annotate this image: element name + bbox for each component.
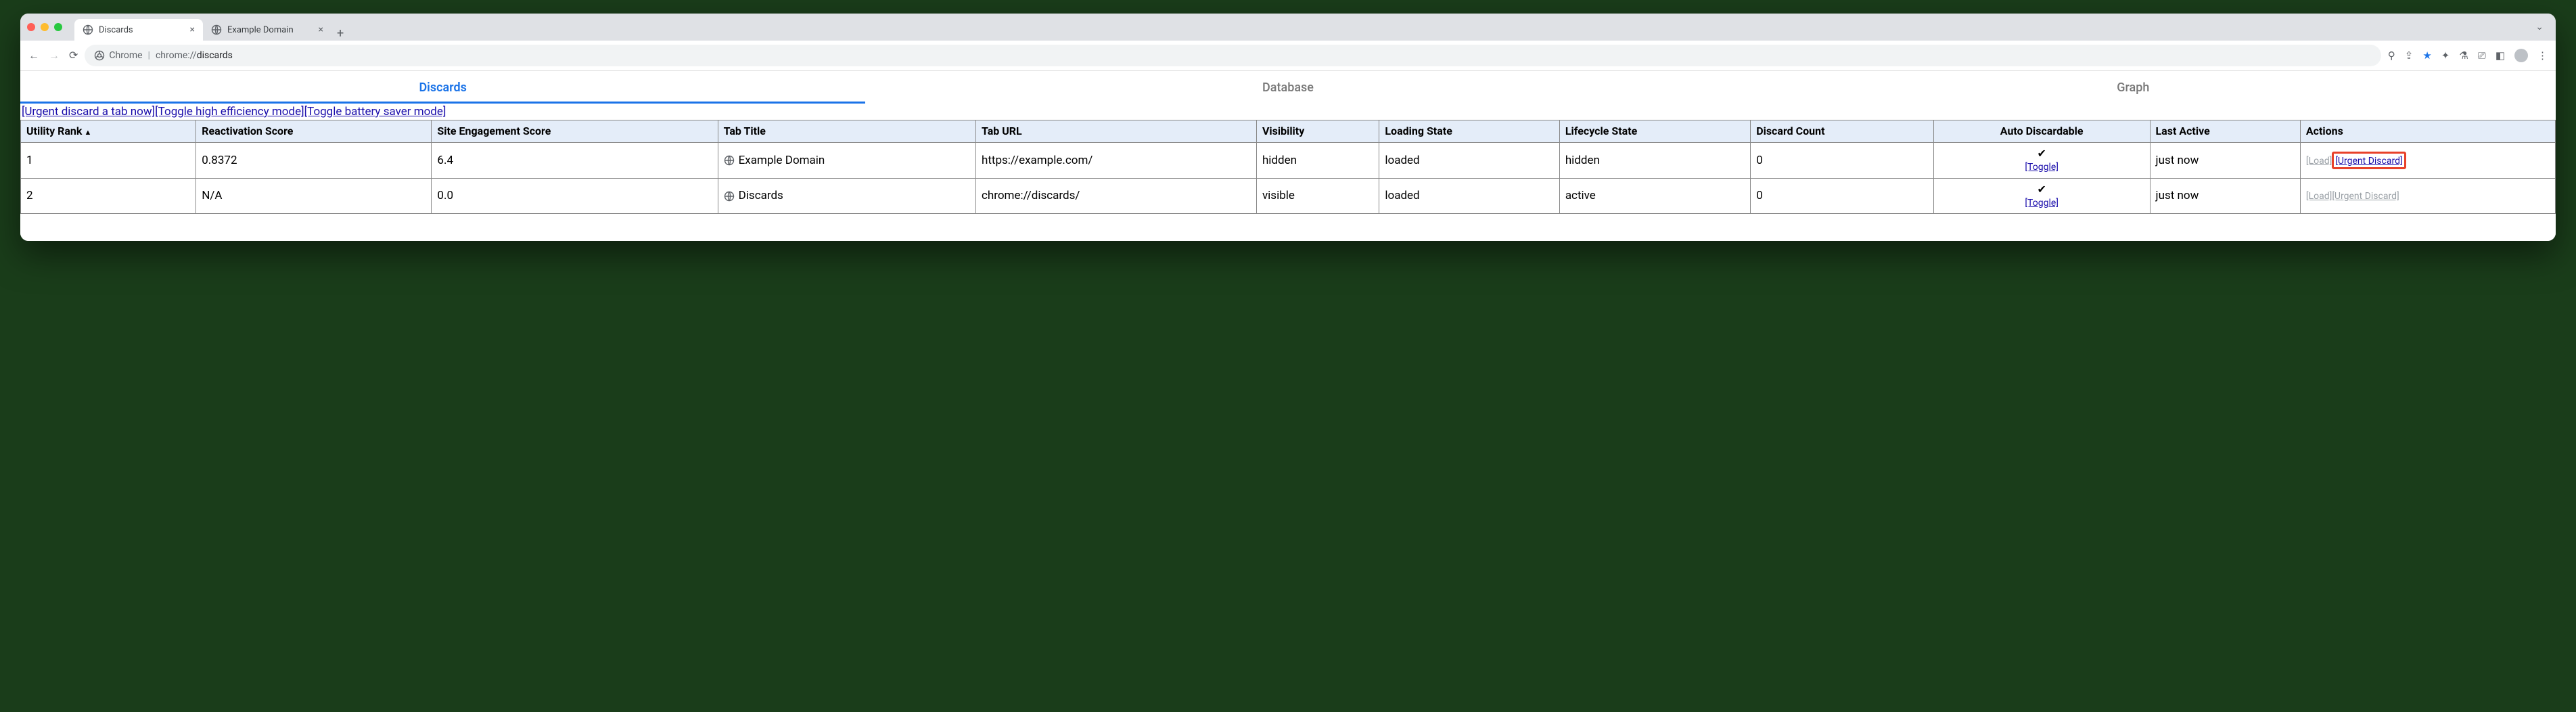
cell-last-active: just now: [2150, 143, 2300, 179]
cell-visibility: visible: [1256, 178, 1379, 214]
minimize-window-button[interactable]: [41, 23, 49, 31]
profile-avatar[interactable]: [2514, 49, 2528, 62]
col-auto-discardable[interactable]: Auto Discardable: [1933, 120, 2150, 143]
table-header-row: Utility Rank Reactivation Score Site Eng…: [21, 120, 2556, 143]
toggle-auto-discardable-link[interactable]: [Toggle]: [2025, 198, 2058, 208]
load-link: [Load]: [2306, 191, 2332, 202]
zoom-icon[interactable]: ⚲: [2388, 49, 2395, 62]
globe-icon: [724, 191, 735, 202]
col-reactivation-score[interactable]: Reactivation Score: [196, 120, 432, 143]
site-chip: Chrome: [94, 50, 142, 61]
toggle-auto-discardable-link[interactable]: [Toggle]: [2025, 162, 2058, 173]
close-tab-icon[interactable]: ×: [190, 24, 195, 35]
chrome-icon: [94, 50, 105, 61]
cell-rank: 1: [21, 143, 196, 179]
menu-icon[interactable]: ⋮: [2537, 49, 2548, 62]
table-row: 10.83726.4Example Domainhttps://example.…: [21, 143, 2556, 179]
discards-table: Utility Rank Reactivation Score Site Eng…: [20, 120, 2556, 214]
close-tab-icon[interactable]: ×: [319, 24, 323, 35]
cell-reactivation: N/A: [196, 178, 432, 214]
url-text: chrome://discards: [156, 50, 233, 61]
site-chip-label: Chrome: [109, 50, 142, 61]
tab-discards[interactable]: Discards: [20, 71, 865, 104]
cell-discard-count: 0: [1751, 143, 1934, 179]
col-lifecycle-state[interactable]: Lifecycle State: [1559, 120, 1750, 143]
table-row: 2N/A0.0Discardschrome://discards/visible…: [21, 178, 2556, 214]
globe-icon: [83, 24, 93, 35]
urgent-discard-now-link[interactable]: [Urgent discard a tab now]: [22, 105, 155, 118]
cell-reactivation: 0.8372: [196, 143, 432, 179]
collapse-chevron-icon[interactable]: ⌄: [2530, 22, 2549, 32]
urgent-discard-link: [Urgent Discard]: [2332, 191, 2399, 202]
browser-tab-example[interactable]: Example Domain ×: [203, 19, 331, 41]
col-utility-rank[interactable]: Utility Rank: [21, 120, 196, 143]
window-controls: [27, 23, 62, 31]
cell-title: Example Domain: [718, 143, 975, 179]
sidepanel-icon[interactable]: ◧: [2496, 49, 2505, 62]
separator: |: [148, 50, 150, 61]
maximize-window-button[interactable]: [54, 23, 62, 31]
toolbar: ← → ⟳ Chrome | chrome://discards ⚲ ⇪ ★ ✦…: [20, 41, 2556, 71]
new-tab-button[interactable]: +: [331, 26, 349, 41]
highlight-box: [Urgent Discard]: [2332, 152, 2406, 169]
page-content: Discards Database Graph [Urgent discard …: [20, 71, 2556, 241]
forward-button[interactable]: →: [49, 49, 60, 62]
cell-auto-discardable: ✔ [Toggle]: [1933, 143, 2150, 179]
urgent-discard-link[interactable]: [Urgent Discard]: [2335, 156, 2402, 166]
cell-actions: [Load][Urgent Discard]: [2300, 143, 2555, 179]
back-button[interactable]: ←: [28, 49, 39, 62]
cell-discard-count: 0: [1751, 178, 1934, 214]
bookmark-star-icon[interactable]: ★: [2422, 49, 2431, 62]
col-tab-title[interactable]: Tab Title: [718, 120, 975, 143]
extensions-icon[interactable]: ✦: [2441, 49, 2450, 62]
check-icon: ✔: [1939, 147, 2144, 160]
check-icon: ✔: [1939, 183, 2144, 196]
col-tab-url[interactable]: Tab URL: [975, 120, 1256, 143]
globe-icon: [724, 155, 735, 166]
col-loading-state[interactable]: Loading State: [1379, 120, 1559, 143]
cell-loading: loaded: [1379, 178, 1559, 214]
cell-lifecycle: active: [1559, 178, 1750, 214]
cell-visibility: hidden: [1256, 143, 1379, 179]
browser-window: Discards × Example Domain × + ⌄ ← → ⟳ Ch…: [20, 14, 2556, 241]
close-window-button[interactable]: [27, 23, 35, 31]
cell-actions: [Load][Urgent Discard]: [2300, 178, 2555, 214]
col-actions[interactable]: Actions: [2300, 120, 2555, 143]
cell-engagement: 6.4: [432, 143, 718, 179]
address-bar[interactable]: Chrome | chrome://discards: [85, 45, 2380, 66]
labs-icon[interactable]: ⚗: [2459, 49, 2468, 62]
cell-url: https://example.com/: [975, 143, 1256, 179]
reload-button[interactable]: ⟳: [69, 49, 78, 62]
nav-buttons: ← → ⟳: [28, 49, 78, 62]
cell-auto-discardable: ✔ [Toggle]: [1933, 178, 2150, 214]
tab-strip: Discards × Example Domain × +: [74, 14, 349, 41]
tab-graph[interactable]: Graph: [1711, 71, 2556, 104]
toolbar-right: ⚲ ⇪ ★ ✦ ⚗ ⎚ ◧ ⋮: [2388, 49, 2548, 62]
cell-title: Discards: [718, 178, 975, 214]
top-action-links: [Urgent discard a tab now][Toggle high e…: [20, 104, 2556, 120]
col-visibility[interactable]: Visibility: [1256, 120, 1379, 143]
cell-url: chrome://discards/: [975, 178, 1256, 214]
share-icon[interactable]: ⇪: [2405, 49, 2414, 62]
browser-tab-discards[interactable]: Discards ×: [74, 19, 203, 41]
cell-lifecycle: hidden: [1559, 143, 1750, 179]
page-tabs: Discards Database Graph: [20, 71, 2556, 104]
tab-title: Discards: [99, 25, 133, 35]
cell-rank: 2: [21, 178, 196, 214]
col-site-engagement[interactable]: Site Engagement Score: [432, 120, 718, 143]
cell-last-active: just now: [2150, 178, 2300, 214]
globe-icon: [211, 24, 222, 35]
cell-loading: loaded: [1379, 143, 1559, 179]
tab-title: Example Domain: [227, 25, 294, 35]
tab-database[interactable]: Database: [865, 71, 1710, 104]
cast-icon[interactable]: ⎚: [2478, 49, 2486, 62]
col-last-active[interactable]: Last Active: [2150, 120, 2300, 143]
toggle-high-efficiency-link[interactable]: [Toggle high efficiency mode]: [155, 105, 304, 118]
titlebar: Discards × Example Domain × + ⌄: [20, 14, 2556, 41]
load-link: [Load]: [2306, 156, 2332, 166]
toggle-battery-saver-link[interactable]: [Toggle battery saver mode]: [304, 105, 446, 118]
col-discard-count[interactable]: Discard Count: [1751, 120, 1934, 143]
cell-engagement: 0.0: [432, 178, 718, 214]
